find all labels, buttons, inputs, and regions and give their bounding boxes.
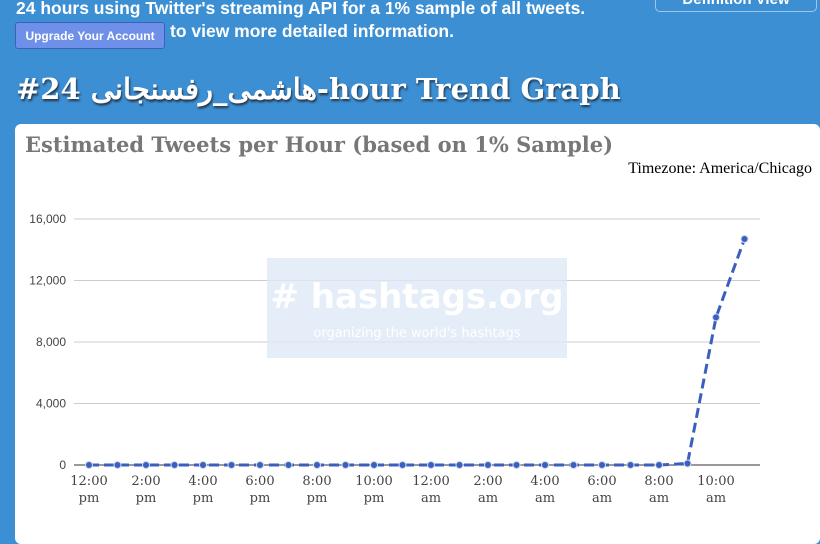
data-point <box>313 461 321 469</box>
data-point <box>512 461 521 469</box>
x-tick-label-period: pm <box>79 491 100 506</box>
x-tick-label: 6:00 <box>587 474 616 489</box>
y-tick-label: 0 <box>59 458 66 472</box>
x-tick-label-period: pm <box>307 491 328 506</box>
x-tick-label-period: am <box>649 491 669 506</box>
x-tick-label-period: am <box>478 491 498 506</box>
x-tick-label-period: pm <box>364 491 385 506</box>
data-point <box>740 234 749 243</box>
data-point <box>113 461 122 469</box>
data-point <box>626 461 635 469</box>
x-tick-label: 10:00 <box>355 474 392 489</box>
data-point <box>370 461 378 469</box>
x-tick-label: 4:00 <box>530 474 559 489</box>
data-point <box>484 461 492 469</box>
data-point <box>284 461 293 469</box>
data-point <box>256 461 264 469</box>
data-point <box>341 461 350 469</box>
y-tick-label: 4,000 <box>36 397 66 411</box>
data-point <box>712 313 720 322</box>
data-point <box>85 461 93 469</box>
x-tick-label-period: pm <box>136 491 157 506</box>
trend-chart: 0 4,000 8,000 12,000 16,000 # hashtags.org org… <box>29 212 760 506</box>
x-tick-label: 8:00 <box>302 474 331 489</box>
x-tick-label-period: am <box>706 491 726 506</box>
x-tick-label: 2:00 <box>473 474 502 489</box>
data-point <box>199 461 207 469</box>
data-point <box>598 461 606 469</box>
y-tick-label: 12,000 <box>29 274 66 288</box>
data-point <box>427 461 435 469</box>
x-tick-label-period: pm <box>193 491 214 506</box>
x-tick-label: 6:00 <box>245 474 274 489</box>
x-tick-label-period: am <box>592 491 612 506</box>
x-tick-label-period: am <box>535 491 555 506</box>
data-point <box>227 461 236 469</box>
data-point <box>569 461 578 469</box>
x-tick-label: 2:00 <box>131 474 160 489</box>
data-point <box>142 461 150 469</box>
data-point <box>170 461 179 469</box>
x-tick-label: 12:00 <box>412 474 449 489</box>
watermark-logo: # hashtags.org <box>270 277 563 317</box>
data-point <box>541 461 549 469</box>
data-point <box>655 461 663 469</box>
x-tick-label-period: pm <box>250 491 271 506</box>
data-point <box>398 461 407 469</box>
y-tick-label: 16,000 <box>29 212 66 226</box>
x-tick-label-period: am <box>421 491 441 506</box>
x-tick-label: 12:00 <box>70 474 107 489</box>
y-tick-label: 8,000 <box>36 335 66 349</box>
watermark-tagline: organizing the world's hashtags <box>313 326 520 341</box>
x-tick-label: 10:00 <box>697 474 734 489</box>
data-point <box>455 461 464 469</box>
x-tick-label: 4:00 <box>188 474 217 489</box>
data-point <box>683 459 692 468</box>
x-tick-label: 8:00 <box>644 474 673 489</box>
